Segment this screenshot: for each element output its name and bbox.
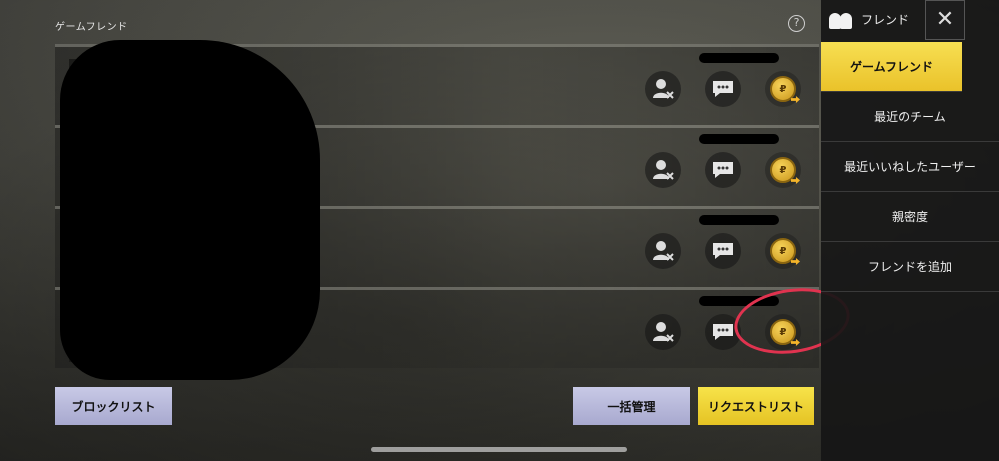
- chat-icon: [713, 162, 733, 178]
- redaction-mark: [699, 215, 779, 225]
- remove-friend-icon: [653, 241, 674, 261]
- sidebar-item-label: フレンドを追加: [867, 260, 952, 274]
- chat-button[interactable]: [705, 233, 741, 269]
- remove-friend-icon: [653, 322, 674, 342]
- gift-coin-button[interactable]: ₽: [765, 152, 801, 188]
- help-icon[interactable]: ?: [788, 15, 805, 32]
- gift-coin-button[interactable]: ₽: [765, 71, 801, 107]
- section-title: ゲームフレンド: [55, 22, 128, 33]
- redaction-scribble: [60, 40, 320, 380]
- sidebar-header: フレンド ✕: [821, 0, 999, 40]
- sidebar-item-recent-likes[interactable]: 最近いいねしたユーザー: [821, 142, 999, 192]
- sidebar-item-label: 最近いいねしたユーザー: [844, 160, 976, 174]
- sidebar-item-recent-team[interactable]: 最近のチーム: [821, 92, 999, 142]
- remove-friend-button[interactable]: [645, 152, 681, 188]
- sidebar-title-group: フレンド: [829, 9, 909, 29]
- remove-friend-icon: [653, 79, 674, 99]
- redaction-mark: [699, 134, 779, 144]
- sidebar-item-label: 最近のチーム: [874, 110, 946, 124]
- gift-coin-button[interactable]: ₽: [765, 233, 801, 269]
- bulk-manage-button[interactable]: 一括管理: [573, 387, 690, 425]
- remove-friend-button[interactable]: [645, 233, 681, 269]
- gift-coin-icon: ₽: [770, 76, 796, 102]
- sidebar: フレンド ✕ ゲームフレンド 最近のチーム 最近いいねしたユーザー 親密度 フレ…: [821, 0, 999, 461]
- chat-button[interactable]: [705, 152, 741, 188]
- redaction-mark: [699, 53, 779, 63]
- sidebar-item-label: ゲームフレンド: [850, 60, 933, 74]
- request-list-button[interactable]: リクエストリスト: [698, 387, 814, 425]
- sidebar-item-game-friends[interactable]: ゲームフレンド: [821, 42, 962, 92]
- remove-friend-button[interactable]: [645, 71, 681, 107]
- sidebar-item-intimacy[interactable]: 親密度: [821, 192, 999, 242]
- sidebar-item-label: 親密度: [891, 210, 928, 224]
- friends-icon: [829, 9, 855, 29]
- sidebar-item-add-friend[interactable]: フレンドを追加: [821, 242, 999, 292]
- sidebar-menu: ゲームフレンド 最近のチーム 最近いいねしたユーザー 親密度 フレンドを追加: [821, 42, 999, 292]
- remove-friend-button[interactable]: [645, 314, 681, 350]
- gift-coin-icon: ₽: [770, 238, 796, 264]
- chat-icon: [713, 324, 733, 340]
- chat-button[interactable]: [705, 71, 741, 107]
- sidebar-title: フレンド: [861, 12, 910, 27]
- gift-coin-icon: ₽: [770, 157, 796, 183]
- chat-icon: [713, 243, 733, 259]
- home-indicator[interactable]: [371, 447, 627, 452]
- remove-friend-icon: [653, 160, 674, 180]
- close-button[interactable]: ✕: [925, 0, 965, 40]
- block-list-button[interactable]: ブロックリスト: [55, 387, 172, 425]
- chat-icon: [713, 81, 733, 97]
